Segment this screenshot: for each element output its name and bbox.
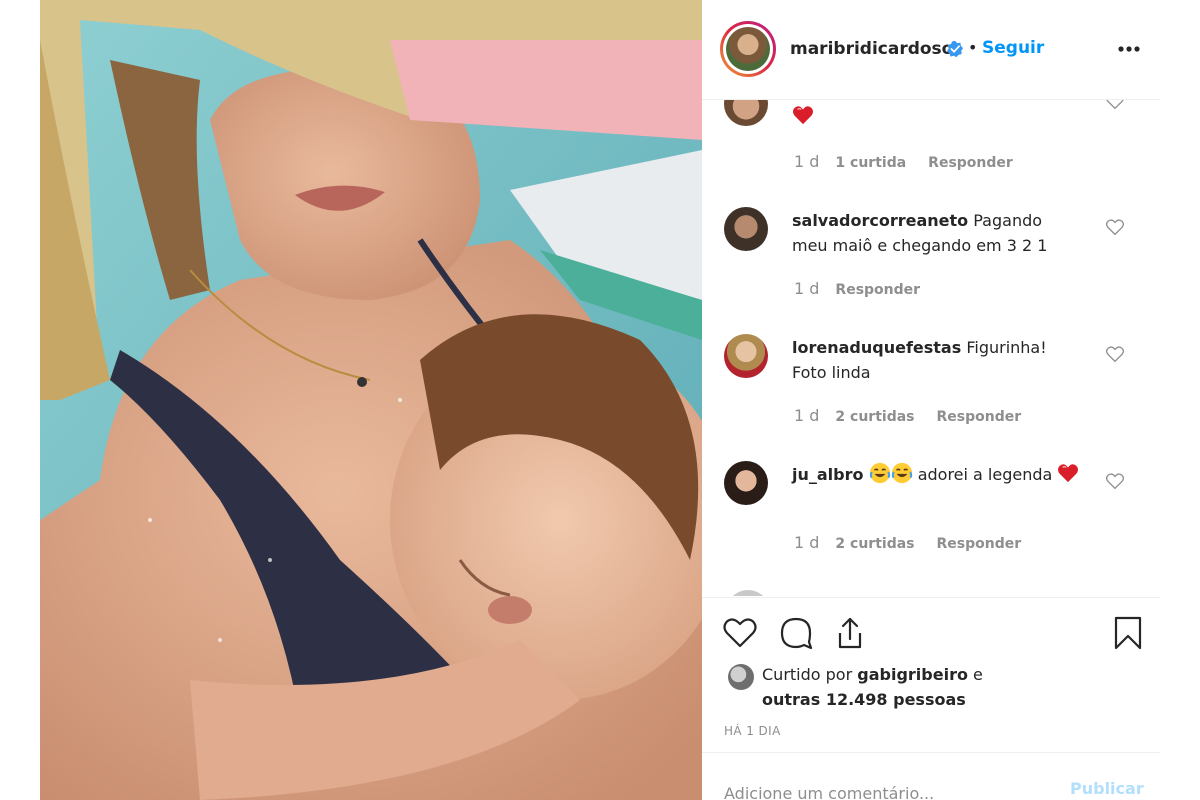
header-separator: • [968, 38, 978, 57]
comment-meta: 1 d 2 curtidas Responder [794, 533, 1021, 552]
heart-outline-icon[interactable] [722, 615, 758, 651]
reply-button[interactable]: Responder [937, 536, 1022, 552]
share-icon[interactable] [832, 615, 868, 651]
comment-avatar[interactable] [724, 334, 768, 378]
follow-button[interactable]: Seguir [982, 38, 1044, 58]
comment-text: salvadorcorreaneto Pagando meu maiô e ch… [792, 208, 1082, 258]
face-with-tears-of-joy-icon [891, 462, 912, 484]
comment-avatar[interactable] [726, 590, 770, 596]
comment-likes[interactable]: 2 curtidas [835, 536, 914, 552]
instagram-post-view: maribridicardoso • Seguir 1 d 1 curtida … [0, 0, 1200, 800]
likes-others-link[interactable]: outras 12.498 pessoas [762, 690, 966, 709]
likes-prefix: Curtido por [762, 665, 853, 684]
avatar-image [726, 27, 770, 71]
likes-summary: Curtido por gabigribeiro e outras 12.498… [762, 662, 1062, 712]
reply-button[interactable]: Responder [835, 282, 920, 298]
post-photo[interactable] [40, 0, 702, 800]
comment-avatar[interactable] [724, 207, 768, 251]
comment-time: 1 d [794, 533, 820, 552]
publish-button[interactable]: Publicar [1070, 779, 1144, 798]
comment-text: ju_albro adorei a legenda [792, 462, 1082, 487]
like-comment-icon[interactable] [1105, 472, 1125, 490]
comment-body: adorei a legenda [917, 465, 1053, 484]
comment-username[interactable]: salvadorcorreaneto [792, 211, 968, 230]
comment-likes[interactable]: 1 curtida [835, 155, 906, 171]
likes-middle: e [973, 665, 983, 684]
reply-button[interactable]: Responder [928, 155, 1013, 171]
comment-time: 1 d [794, 152, 820, 171]
comment-meta: 1 d 2 curtidas Responder [794, 406, 1021, 425]
comment-text [792, 104, 1082, 129]
comment-username[interactable]: ju_albro [792, 465, 864, 484]
comment-time: 1 d [794, 406, 820, 425]
profile-avatar[interactable] [720, 21, 776, 77]
like-comment-icon[interactable] [1105, 345, 1125, 363]
face-with-tears-of-joy-icon [869, 462, 890, 484]
post-timestamp[interactable]: HÁ 1 DIA [724, 724, 781, 738]
comment-username[interactable]: lorenaduquefestas [792, 338, 961, 357]
comment-time: 1 d [794, 279, 820, 298]
like-comment-icon[interactable] [1105, 218, 1125, 236]
comment-avatar[interactable] [724, 461, 768, 505]
red-heart-icon [1058, 464, 1079, 483]
reply-button[interactable]: Responder [937, 409, 1022, 425]
comment-input[interactable] [722, 767, 1054, 800]
like-comment-icon[interactable] [1105, 100, 1125, 110]
comments-list[interactable]: 1 d 1 curtida Responder salvadorcorreaneto… [702, 100, 1160, 596]
bookmark-icon[interactable] [1110, 615, 1146, 651]
comment-meta: 1 d Responder [794, 279, 920, 298]
add-comment-bar: Publicar [702, 752, 1160, 800]
avatar-border [723, 24, 773, 74]
liked-by-avatar[interactable] [728, 664, 754, 690]
post-author-username[interactable]: maribridicardoso [790, 39, 953, 59]
post-header: maribridicardoso • Seguir [702, 0, 1160, 100]
comment-likes[interactable]: 2 curtidas [835, 409, 914, 425]
verified-badge-icon [946, 40, 964, 58]
red-heart-icon [793, 106, 813, 125]
comment-meta: 1 d 1 curtida Responder [794, 152, 1013, 171]
liked-by-username[interactable]: gabigribeiro [857, 665, 968, 684]
post-photo-illustration [40, 0, 702, 800]
comment-icon[interactable] [778, 615, 814, 651]
more-options-icon[interactable] [1114, 36, 1144, 62]
comment-avatar[interactable] [724, 100, 768, 126]
post-side-panel: maribridicardoso • Seguir 1 d 1 curtida … [702, 0, 1160, 800]
comment-text: lorenaduquefestas Figurinha! Foto linda [792, 335, 1082, 385]
post-actions: Curtido por gabigribeiro e outras 12.498… [702, 597, 1160, 753]
